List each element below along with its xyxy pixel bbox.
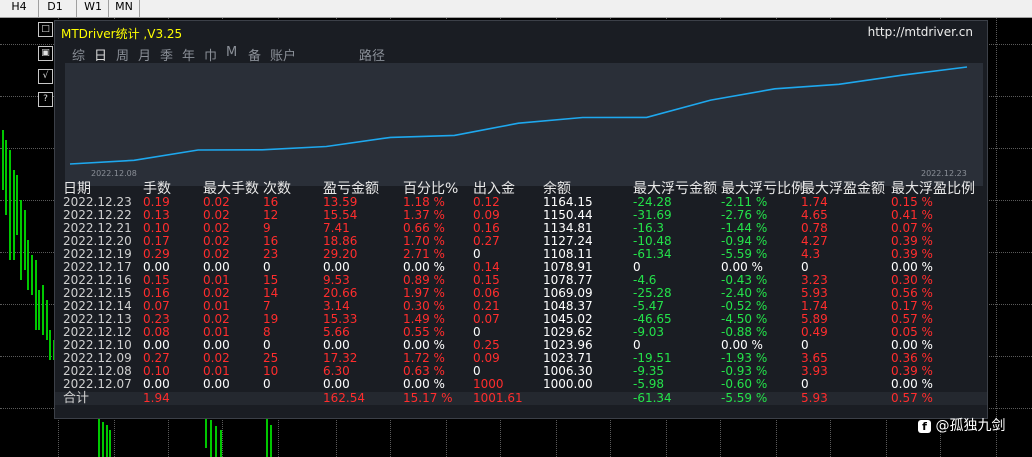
table-cell-bal: 1000.00 [543,377,593,391]
price-candle [46,300,48,340]
total-cell-io: 1001.61 [473,391,523,405]
price-candle [215,426,217,457]
table-row: 2022.12.15 0.16 0.02 14 20.66 1.97 % 0.06 1069.… [55,287,987,300]
watermark-text: @孤独九剑 [935,418,1006,434]
price-candle [49,330,51,360]
timeframe-w1[interactable]: W1 [82,0,104,17]
timeframe-h4[interactable]: H4 [8,0,30,17]
total-cell-pnl: 162.54 [323,391,365,405]
price-candle [35,260,37,330]
price-candle [220,430,222,457]
total-cell-label: 合计 [63,391,90,406]
price-candle [205,418,207,448]
price-candle [106,425,108,457]
price-candle [27,240,29,290]
total-cell-mfp: 5.93 [801,391,828,405]
table-cell-pct: 0.00 % [403,377,445,391]
tab-magic[interactable]: M [226,45,237,60]
total-cell-mflp: -5.59 % [721,391,768,405]
table-row: 2022.12.16 0.15 0.01 15 9.53 0.89 % 0.15 1078.7… [55,274,987,287]
table-row: 2022.12.10 0.00 0.00 0 0.00 0.00 % 0.25 1023.96… [55,339,987,352]
table-row: 2022.12.07 0.00 0.00 0 0.00 0.00 % 1000 1000.00… [55,378,987,391]
price-candle [24,210,26,270]
tab-note[interactable]: 备 [248,45,261,64]
toolbar-separator [38,0,39,17]
tab-summary[interactable]: 综 [72,45,85,64]
tab-symbol[interactable]: 巾 [204,45,217,64]
price-candle [266,418,268,457]
tab-path[interactable]: 路径 [359,45,385,64]
table-row: 2022.12.19 0.29 0.02 23 29.20 2.71 % 0 1108.11-… [55,248,987,261]
tab-quarter[interactable]: 季 [160,45,173,64]
table-row: 2022.12.17 0.00 0.00 0 0.00 0.00 % 0.14 1078.91… [55,261,987,274]
tab-month[interactable]: 月 [138,45,151,64]
table-row: 2022.12.08 0.10 0.01 10 6.30 0.63 % 0 1006.30 -9… [55,365,987,378]
stats-panel: MTDriver统计 ,V3.25 http://mtdriver.cn 综 日… [54,20,988,419]
table-cell-maxlots: 0.00 [203,377,230,391]
toolbar-separator [108,0,109,17]
table-cell-date: 2022.12.07 [63,377,132,391]
price-candle [38,290,40,330]
help-icon[interactable]: ? [38,92,53,107]
tab-week[interactable]: 周 [116,45,129,64]
timeframe-toolbar: H4 D1 W1 MN [0,0,1032,18]
table-row: 2022.12.20 0.17 0.02 16 18.86 1.70 % 0.27 1127.… [55,235,987,248]
chart-end-date: 2022.12.23 [921,169,967,178]
price-candle [20,200,22,280]
watermark: f @孤独九剑 [918,415,1005,435]
panel-title: MTDriver统计 ,V3.25 [61,27,183,41]
price-candle [102,422,104,457]
price-candle [2,130,4,190]
social-logo-icon: f [918,420,931,433]
price-candle [42,285,44,335]
table-row: 2022.12.23 0.19 0.02 16 13.59 1.18 % 0.12 1164.… [55,196,987,209]
price-candle [98,418,100,457]
properties-icon[interactable]: ▣ [38,46,53,61]
table-cell-mfl: -5.98 [633,377,665,391]
equity-curve-svg: 2022.12.08 2022.12.23 [69,66,968,178]
price-candle [31,255,33,295]
equity-line [69,66,968,165]
tab-year[interactable]: 年 [182,45,195,64]
grid-line-vertical [996,18,997,457]
table-row: 2022.12.22 0.13 0.02 12 15.54 1.37 % 0.09 1150.… [55,209,987,222]
total-cell-pct: 15.17 % [403,391,453,405]
price-candle [109,430,111,457]
table-row: 2022.12.12 0.08 0.01 8 5.66 0.55 % 0 1029.62 -9.… [55,326,987,339]
table-cell-pnl: 0.00 [323,377,350,391]
total-cell-lots: 1.94 [143,391,170,405]
table-cell-lots: 0.00 [143,377,170,391]
table-row: 2022.12.13 0.23 0.02 19 15.33 1.49 % 0.07 1045.… [55,313,987,326]
price-candle [5,140,7,215]
table-cell-mfp: 0 [801,377,809,391]
table-row: 2022.12.14 0.07 0.01 7 3.14 0.30 % 0.21 1048.37… [55,300,987,313]
chart-start-date: 2022.12.08 [91,169,137,178]
table-row: 2022.12.09 0.27 0.02 25 17.32 1.72 % 0.09 1023.… [55,352,987,365]
price-candle [210,420,212,457]
table-cell-mflp: -0.60 % [721,377,768,391]
price-candle [9,150,11,260]
toolbar-separator [139,0,140,17]
total-cell-mfpp: 0.57 % [891,391,933,405]
total-cell-mfl: -61.34 [633,391,672,405]
equity-curve-chart: 2022.12.08 2022.12.23 [65,63,983,186]
table-row: 2022.12.21 0.10 0.02 9 7.41 0.66 % 0.16 1134.81… [55,222,987,235]
table-cell-count: 0 [263,377,271,391]
tab-account[interactable]: 账户 [270,45,296,64]
timeframe-mn[interactable]: MN [112,0,136,17]
toolbar-separator [76,0,77,17]
price-candle [13,170,15,260]
zoom-icon[interactable]: □ [38,22,53,37]
table-cell-mfpp: 0.00 % [891,377,933,391]
table-total-row: 合计 1.94 162.54 15.17 % 1001.61 -61.34 -5.59 % 5… [55,392,987,405]
price-candle [16,175,18,235]
timeframe-d1[interactable]: D1 [44,0,66,17]
indicator-icon[interactable]: √ [38,69,53,84]
tab-day[interactable]: 日 [94,45,107,64]
website-link[interactable]: http://mtdriver.cn [868,25,973,39]
table-cell-io: 1000 [473,377,504,391]
price-candle [270,425,272,457]
